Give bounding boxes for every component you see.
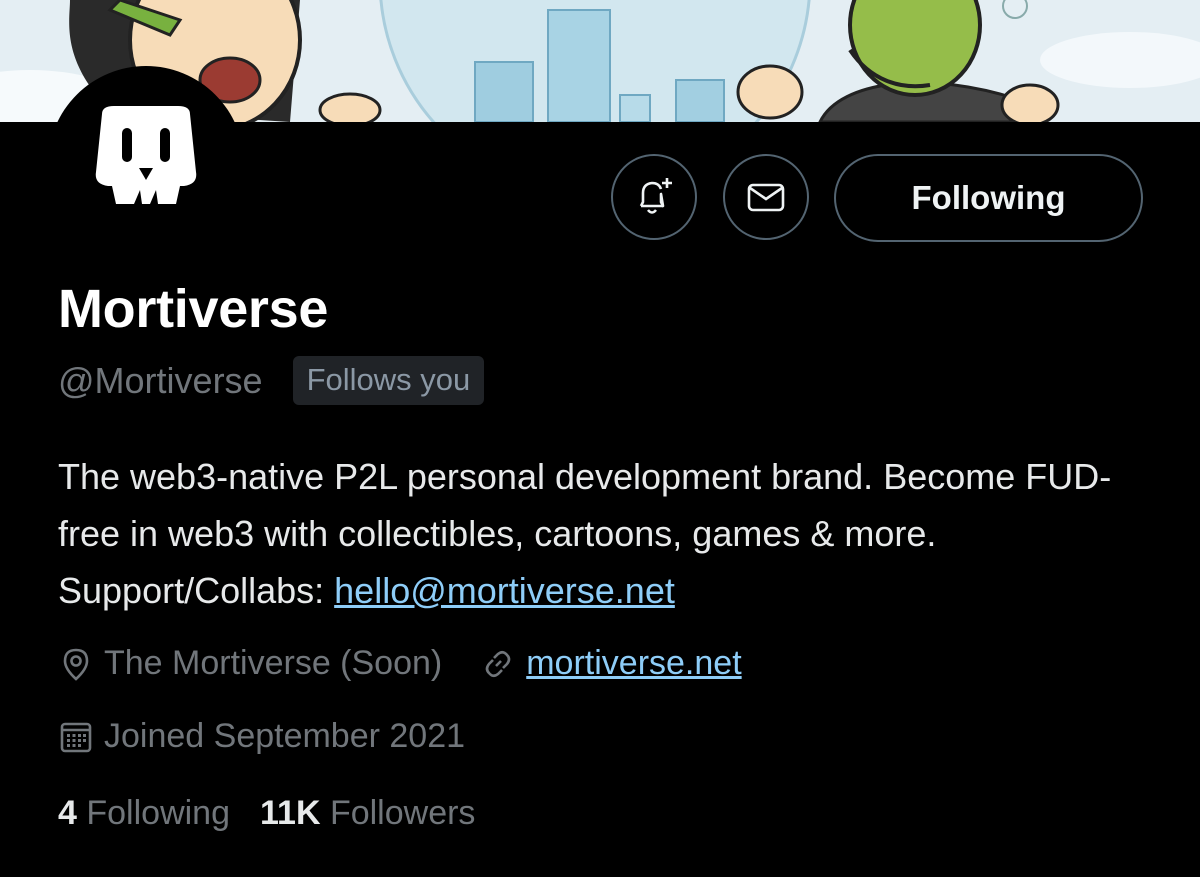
profile-actions: Following — [0, 154, 1200, 244]
handle-row: @Mortiverse Follows you — [58, 356, 485, 405]
bell-plus-icon — [639, 178, 672, 214]
following-count: 4 — [58, 794, 77, 832]
profile-website-link[interactable]: mortiverse.net — [526, 644, 741, 683]
profile-joined-row: Joined September 2021 — [58, 717, 465, 756]
location-pin-icon — [58, 646, 94, 682]
followers-count: 11K — [260, 794, 321, 832]
envelope-icon — [747, 183, 785, 212]
following-stat[interactable]: 4 Following — [58, 794, 230, 833]
profile-name: Mortiverse — [58, 279, 329, 339]
followers-stat[interactable]: 11K Followers — [260, 794, 475, 833]
link-icon — [480, 646, 516, 682]
follows-you-badge: Follows you — [292, 356, 485, 405]
notifications-button[interactable] — [611, 154, 697, 240]
message-button[interactable] — [723, 154, 809, 240]
calendar-icon — [58, 719, 94, 755]
profile-meta-row: The Mortiverse (Soon) mortiverse.net — [58, 644, 742, 683]
bio-email-link[interactable]: hello@mortiverse.net — [334, 570, 675, 611]
profile-bio: The web3-native P2L personal development… — [58, 448, 1158, 619]
profile-location: The Mortiverse (Soon) — [104, 644, 443, 682]
profile-joined: Joined September 2021 — [104, 717, 466, 755]
following-button[interactable]: Following — [834, 154, 1143, 242]
profile-stats: 4 Following 11K Followers — [58, 794, 475, 833]
followers-stat-label: Followers — [329, 794, 476, 832]
following-stat-label: Following — [86, 794, 230, 832]
profile-handle: @Mortiverse — [58, 359, 263, 401]
